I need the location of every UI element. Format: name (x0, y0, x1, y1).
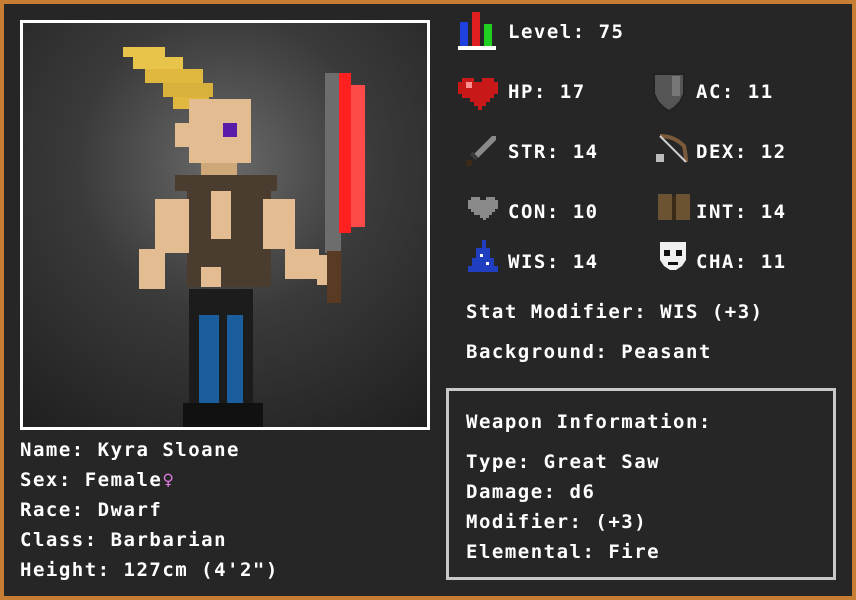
background-label: Background: Peasant (466, 341, 712, 363)
int-label: INT: 14 (696, 201, 787, 223)
weapon-type-label: Type: Great Saw (466, 451, 661, 473)
str-label: STR: 14 (508, 141, 599, 163)
weapon-heading: Weapon Information: (466, 411, 712, 433)
book-icon (658, 192, 690, 226)
hp-label: HP: 17 (508, 81, 586, 103)
con-label: CON: 10 (508, 201, 599, 223)
female-symbol-icon: ♀ (162, 469, 176, 491)
ac-label: AC: 11 (696, 81, 774, 103)
sword-icon (466, 134, 498, 170)
bow-icon (656, 132, 690, 170)
class-label: Class: Barbarian (20, 529, 228, 551)
sex-label: Sex: Female♀ (20, 468, 175, 492)
heart-icon (458, 74, 498, 114)
sex-text: Sex: Female (20, 469, 163, 491)
gray-heart-icon (468, 194, 498, 224)
wis-label: WIS: 14 (508, 251, 599, 273)
shield-icon (652, 72, 686, 116)
character-card: Name: Kyra Sloane Sex: Female♀ Race: Dwa… (4, 4, 852, 596)
cha-label: CHA: 11 (696, 251, 787, 273)
dex-label: DEX: 12 (696, 141, 787, 163)
stat-modifier-label: Stat Modifier: WIS (+3) (466, 301, 764, 323)
race-label: Race: Dwarf (20, 499, 163, 521)
name-label: Name: Kyra Sloane (20, 439, 240, 461)
weapon-elemental-label: Elemental: Fire (466, 541, 661, 563)
level-label: Level: 75 (508, 21, 625, 43)
mask-icon (658, 240, 688, 276)
character-portrait (20, 20, 430, 430)
height-label: Height: 127cm (4'2") (20, 559, 279, 581)
weapon-damage-label: Damage: d6 (466, 481, 596, 503)
weapon-modifier-label: Modifier: (+3) (466, 511, 648, 533)
level-bars-icon (458, 12, 496, 54)
character-sprite (123, 47, 365, 427)
wizard-hat-icon (468, 240, 498, 276)
